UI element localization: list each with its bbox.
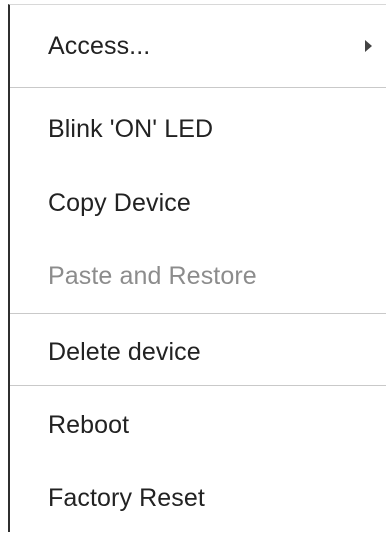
- menu-item-copy-device[interactable]: Copy Device: [10, 164, 386, 242]
- menu-item-label: Blink 'ON' LED: [48, 114, 214, 143]
- menu-item-blink-on-led[interactable]: Blink 'ON' LED: [10, 88, 386, 170]
- context-menu: Access... Blink 'ON' LED Copy Device Pas…: [8, 4, 386, 532]
- menu-item-label: Reboot: [48, 410, 130, 439]
- menu-item-label: Delete device: [48, 337, 201, 366]
- menu-item-label: Access...: [48, 31, 151, 60]
- chevron-right-icon: [365, 40, 372, 52]
- menu-item-label: Copy Device: [48, 188, 191, 217]
- menu-item-reboot[interactable]: Reboot: [10, 386, 386, 464]
- menu-item-access[interactable]: Access...: [10, 5, 386, 87]
- menu-item-label: Paste and Restore: [48, 261, 257, 290]
- menu-item-delete-device[interactable]: Delete device: [10, 314, 386, 390]
- menu-item-factory-reset[interactable]: Factory Reset: [10, 459, 386, 537]
- menu-item-label: Factory Reset: [48, 483, 205, 512]
- menu-item-paste-and-restore: Paste and Restore: [10, 236, 386, 316]
